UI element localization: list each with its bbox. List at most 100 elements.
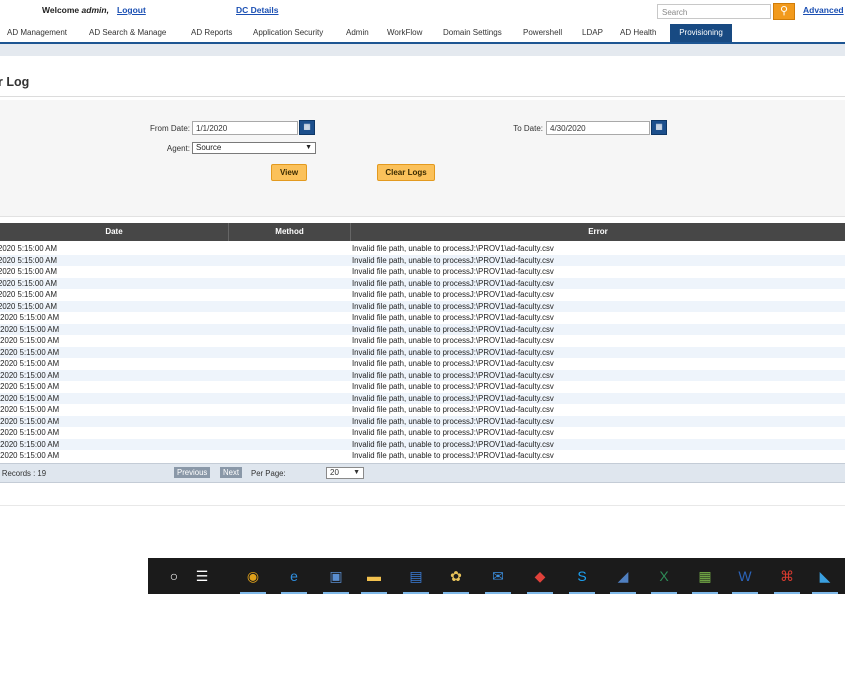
- nav-powershell[interactable]: Powershell: [523, 28, 562, 37]
- row-error: Invalid file path, unable to processJ:\P…: [352, 290, 554, 299]
- nav-domain-settings[interactable]: Domain Settings: [443, 28, 502, 37]
- row-date: /2020 5:15:00 AM: [0, 370, 60, 380]
- table-row[interactable]: 2020 5:15:00 AM Invalid file path, unable…: [0, 266, 845, 278]
- clear-logs-button[interactable]: Clear Logs: [377, 164, 435, 181]
- row-error: Invalid file path, unable to processJ:\P…: [352, 428, 554, 437]
- excel-icon[interactable]: X: [651, 566, 677, 594]
- nav-ad-management[interactable]: AD Management: [7, 28, 67, 37]
- user-name: admin,: [81, 5, 109, 15]
- nav-workflow[interactable]: WorkFlow: [387, 28, 422, 37]
- filter-form: From Date: 1/1/2020 ▦ Agent: Source ▼ Vi…: [0, 100, 845, 217]
- row-error: Invalid file path, unable to processJ:\P…: [352, 370, 554, 380]
- per-page-label: Per Page:: [251, 469, 286, 478]
- nav-ad-health[interactable]: AD Health: [620, 28, 656, 37]
- row-error: Invalid file path, unable to processJ:\P…: [352, 405, 554, 414]
- from-date-input[interactable]: 1/1/2020: [192, 121, 298, 135]
- to-date-input[interactable]: 4/30/2020: [546, 121, 650, 135]
- table-row[interactable]: /2020 5:15:00 AM Invalid file path, unabl…: [0, 415, 845, 427]
- advanced-search-link[interactable]: Advanced: [803, 5, 844, 15]
- dc-details-link[interactable]: DC Details: [236, 5, 279, 15]
- table-row[interactable]: /2020 5:15:00 AM Invalid file path, unabl…: [0, 312, 845, 324]
- dropdown-arrow-icon: ▼: [353, 469, 360, 476]
- next-page-button[interactable]: Next: [220, 467, 243, 478]
- table-row[interactable]: 2020 5:15:00 AM Invalid file path, unable…: [0, 277, 845, 289]
- notebook-icon[interactable]: ◢: [610, 566, 636, 594]
- chrome-icon[interactable]: ◉: [240, 566, 266, 594]
- row-error: Invalid file path, unable to processJ:\P…: [352, 267, 554, 276]
- cortana-icon[interactable]: ○: [164, 566, 184, 586]
- row-date: /2020 5:15:00 AM: [0, 393, 60, 403]
- column-header-method[interactable]: Method: [229, 223, 351, 241]
- edge-icon[interactable]: e: [281, 566, 307, 594]
- page-title: r Log: [0, 75, 30, 89]
- photos-icon[interactable]: ◣: [812, 566, 838, 594]
- pagination-bar: l Records : 19 Previous Next Per Page: 2…: [0, 463, 845, 483]
- nav-ad-search-manage[interactable]: AD Search & Manage: [89, 28, 166, 37]
- row-error: Invalid file path, unable to processJ:\P…: [352, 244, 554, 253]
- table-row[interactable]: /2020 5:15:00 AM Invalid file path, unabl…: [0, 427, 845, 439]
- table-row[interactable]: 2020 5:15:00 AM Invalid file path, unable…: [0, 254, 845, 266]
- paint-icon[interactable]: ✿: [443, 566, 469, 594]
- table-row[interactable]: /2020 5:15:00 AM Invalid file path, unabl…: [0, 404, 845, 416]
- view-button[interactable]: View: [271, 164, 307, 181]
- row-date: /2020 5:15:00 AM: [0, 405, 60, 414]
- row-date: /2020 5:15:00 AM: [0, 313, 60, 322]
- table-row[interactable]: /2020 5:15:00 AM Invalid file path, unabl…: [0, 438, 845, 450]
- agent-select[interactable]: Source ▼: [192, 142, 316, 154]
- column-header-date[interactable]: Date: [0, 223, 229, 241]
- nav-ad-reports[interactable]: AD Reports: [191, 28, 232, 37]
- from-date-calendar-button[interactable]: ▦: [299, 120, 315, 135]
- per-page-select[interactable]: 20 ▼: [326, 467, 364, 479]
- to-date-label: To Date:: [513, 124, 543, 133]
- table-row[interactable]: /2020 5:15:00 AM Invalid file path, unabl…: [0, 369, 845, 381]
- mail-icon[interactable]: ✉: [485, 566, 511, 594]
- nav-ldap[interactable]: LDAP: [582, 28, 603, 37]
- table-row[interactable]: 2020 5:15:00 AM Invalid file path, unable…: [0, 243, 845, 255]
- nav-provisioning[interactable]: Provisioning: [670, 24, 732, 42]
- table-row[interactable]: /2020 5:15:00 AM Invalid file path, unabl…: [0, 323, 845, 335]
- row-date: 2020 5:15:00 AM: [0, 278, 57, 288]
- search-button[interactable]: ⚲: [773, 3, 795, 20]
- table-row[interactable]: /2020 5:15:00 AM Invalid file path, unabl…: [0, 392, 845, 404]
- row-error: Invalid file path, unable to processJ:\P…: [352, 301, 554, 311]
- table-row[interactable]: /2020 5:15:00 AM Invalid file path, unabl…: [0, 381, 845, 393]
- row-error: Invalid file path, unable to processJ:\P…: [352, 416, 554, 426]
- per-page-value: 20: [330, 468, 339, 477]
- previous-page-button[interactable]: Previous: [174, 467, 211, 478]
- row-date: 2020 5:15:00 AM: [0, 301, 57, 311]
- table-row[interactable]: 2020 5:15:00 AM Invalid file path, unable…: [0, 300, 845, 312]
- security-icon[interactable]: ◆: [527, 566, 553, 594]
- search-input[interactable]: Search: [657, 4, 771, 19]
- to-date-calendar-button[interactable]: ▦: [651, 120, 667, 135]
- row-date: /2020 5:15:00 AM: [0, 428, 60, 437]
- table-row[interactable]: 2020 5:15:00 AM Invalid file path, unable…: [0, 289, 845, 301]
- row-error: Invalid file path, unable to processJ:\P…: [352, 255, 554, 265]
- table-row[interactable]: /2020 5:15:00 AM Invalid file path, unabl…: [0, 335, 845, 347]
- row-error: Invalid file path, unable to processJ:\P…: [352, 336, 554, 345]
- agent-label: Agent:: [166, 144, 190, 153]
- project-icon[interactable]: ▦: [692, 566, 718, 594]
- table-row[interactable]: /2020 5:15:00 AM Invalid file path, unabl…: [0, 358, 845, 370]
- skype-icon[interactable]: S: [569, 566, 595, 594]
- total-records: l Records : 19: [0, 469, 47, 478]
- word-icon[interactable]: W: [732, 566, 758, 594]
- file-explorer-icon[interactable]: ▬: [361, 566, 387, 594]
- acrobat-icon[interactable]: ⌘: [774, 566, 800, 594]
- task-view-icon[interactable]: ☰: [192, 566, 212, 586]
- network-icon[interactable]: ▣: [323, 566, 349, 594]
- table-row[interactable]: /2020 5:15:00 AM Invalid file path, unabl…: [0, 450, 845, 462]
- table-row[interactable]: /2020 5:15:00 AM Invalid file path, unabl…: [0, 346, 845, 358]
- nav-admin[interactable]: Admin: [346, 28, 369, 37]
- calendar-icon: ▦: [655, 122, 663, 131]
- row-error: Invalid file path, unable to processJ:\P…: [352, 451, 554, 460]
- nav-application-security[interactable]: Application Security: [253, 28, 323, 37]
- row-error: Invalid file path, unable to processJ:\P…: [352, 393, 554, 403]
- row-error: Invalid file path, unable to processJ:\P…: [352, 278, 554, 288]
- log-table-body: 2020 5:15:00 AM Invalid file path, unable…: [0, 243, 845, 461]
- welcome-text: Welcome admin,: [42, 5, 109, 15]
- column-header-error[interactable]: Error: [351, 223, 845, 241]
- logout-link[interactable]: Logout: [117, 5, 146, 15]
- main-nav: AD Management AD Search & Manage AD Repo…: [0, 24, 845, 44]
- remote-desktop-icon[interactable]: ▤: [403, 566, 429, 594]
- row-error: Invalid file path, unable to processJ:\P…: [352, 347, 554, 357]
